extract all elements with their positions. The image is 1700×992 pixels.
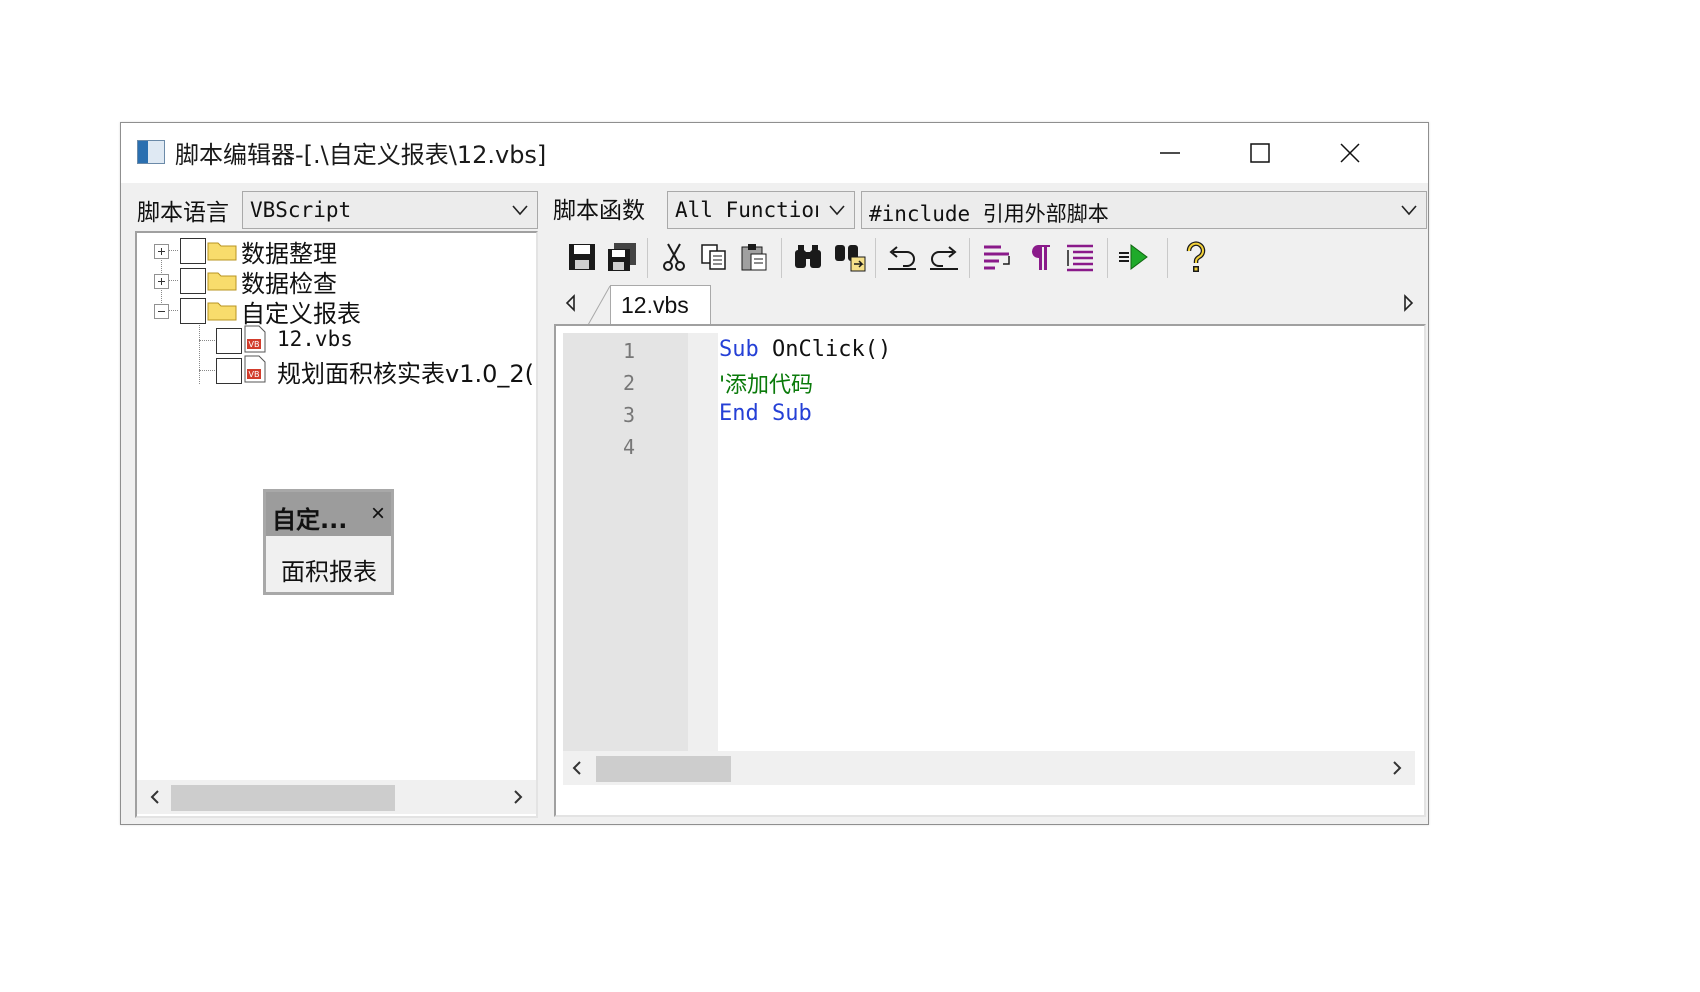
function-filter-value: All Function [675, 198, 818, 222]
scrollbar-thumb[interactable] [596, 756, 731, 782]
node-checkbox[interactable] [180, 238, 206, 264]
language-label: 脚本语言 [137, 200, 229, 226]
line-number: 3 [623, 403, 636, 427]
editor-toolbar [559, 232, 1427, 282]
code-editor[interactable]: 1 2 3 4 Sub OnClick() '添加代码 End Sub [554, 324, 1426, 817]
tab-strip: 12.vbs [554, 285, 1427, 326]
folder-icon [207, 242, 237, 261]
line-number: 4 [623, 435, 636, 459]
window-title: 脚本编辑器-[.\自定义报表\12.vbs] [175, 141, 547, 169]
node-checkbox[interactable] [180, 268, 206, 294]
app-icon [137, 140, 165, 164]
node-label: 规划面积核实表v1.0_2( [277, 360, 535, 388]
node-checkbox[interactable] [216, 328, 242, 354]
word-wrap-icon[interactable] [981, 240, 1015, 274]
comment: '添加代码 [719, 373, 814, 398]
node-checkbox[interactable] [180, 298, 206, 324]
folder-open-icon [207, 302, 237, 321]
node-label: 自定义报表 [241, 300, 361, 328]
function-filter-select[interactable]: All Function [667, 191, 855, 229]
svg-text:VB: VB [249, 370, 260, 379]
expand-icon[interactable] [154, 274, 169, 289]
keyword: End [719, 401, 759, 426]
tree-node[interactable]: 数据整理 [137, 235, 536, 268]
tree-node[interactable]: VB 12.vbs [137, 325, 536, 355]
scroll-left-icon[interactable] [149, 790, 161, 804]
folder-icon [207, 272, 237, 291]
popup-title: 自定... [272, 506, 348, 534]
undo-icon[interactable] [885, 240, 919, 274]
title-bar: 脚本编辑器-[.\自定义报表\12.vbs] [121, 123, 1428, 183]
line-number: 2 [623, 371, 636, 395]
replace-icon[interactable] [833, 240, 867, 274]
script-editor-window: 脚本编辑器-[.\自定义报表\12.vbs] 脚本语言 VBScript 数据整… [120, 122, 1429, 825]
close-icon [1340, 143, 1360, 163]
code-text: OnClick() [772, 337, 892, 362]
tab-label: 12.vbs [621, 292, 689, 318]
code-line[interactable]: '添加代码 [719, 367, 813, 399]
close-button[interactable] [1304, 123, 1396, 183]
tab-12-vbs[interactable]: 12.vbs [610, 285, 711, 326]
tree-node[interactable]: VB 规划面积核实表v1.0_2( [137, 355, 536, 388]
expand-icon[interactable] [154, 244, 169, 259]
include-select[interactable]: #include 引用外部脚本 [861, 191, 1427, 229]
maximize-button[interactable] [1214, 123, 1306, 183]
editor-horizontal-scrollbar[interactable] [563, 751, 1415, 785]
chevron-down-icon [1401, 205, 1417, 216]
line-number: 1 [623, 339, 636, 363]
chevron-down-icon [512, 205, 528, 216]
tab-scroll-left-icon[interactable] [564, 294, 576, 312]
paste-icon[interactable] [737, 240, 771, 274]
format-icon[interactable] [1063, 240, 1097, 274]
language-select[interactable]: VBScript [242, 191, 538, 229]
code-line[interactable]: End Sub [719, 401, 812, 426]
keyword: Sub [772, 401, 812, 426]
save-icon[interactable] [565, 240, 599, 274]
collapse-icon[interactable] [154, 304, 169, 319]
find-icon[interactable] [791, 240, 825, 274]
scrollbar-thumb[interactable] [171, 785, 395, 811]
fold-margin [688, 333, 718, 753]
minimize-button[interactable] [1124, 123, 1216, 183]
scroll-left-icon[interactable] [571, 761, 583, 775]
cut-icon[interactable] [657, 240, 691, 274]
tree-node[interactable]: 数据检查 [137, 265, 536, 298]
save-all-icon[interactable] [605, 240, 639, 274]
include-value: #include 引用外部脚本 [869, 202, 1109, 226]
tab-scroll-right-icon[interactable] [1403, 294, 1415, 312]
maximize-icon [1250, 143, 1270, 163]
functions-label: 脚本函数 [553, 198, 645, 224]
vbs-file-icon: VB [244, 325, 266, 353]
vbs-file-icon: VB [244, 355, 266, 383]
language-value: VBScript [250, 198, 352, 222]
scroll-right-icon[interactable] [1391, 761, 1403, 775]
popup-header: 自定... × [266, 492, 391, 536]
show-whitespace-icon[interactable] [1023, 240, 1057, 274]
run-icon[interactable] [1117, 240, 1151, 274]
code-line[interactable]: Sub OnClick() [719, 337, 891, 362]
help-icon[interactable] [1179, 240, 1213, 274]
svg-text:VB: VB [249, 340, 260, 349]
keyword: Sub [719, 337, 759, 362]
minimize-icon [1160, 152, 1180, 154]
node-label: 12.vbs [277, 327, 353, 351]
copy-icon[interactable] [697, 240, 731, 274]
node-checkbox[interactable] [216, 358, 242, 384]
popup-item-area-report[interactable]: 面积报表 [281, 552, 377, 587]
scroll-right-icon[interactable] [512, 790, 524, 804]
popup-close-icon[interactable]: × [371, 502, 385, 526]
floating-toolbar-popup: 自定... × 面积报表 [263, 489, 394, 595]
redo-icon[interactable] [927, 240, 961, 274]
chevron-down-icon [829, 205, 845, 216]
tab-edge [587, 285, 611, 325]
line-number-gutter: 1 2 3 4 [563, 333, 688, 753]
tree-horizontal-scrollbar[interactable] [137, 780, 536, 814]
tree-node[interactable]: 自定义报表 [137, 295, 536, 328]
